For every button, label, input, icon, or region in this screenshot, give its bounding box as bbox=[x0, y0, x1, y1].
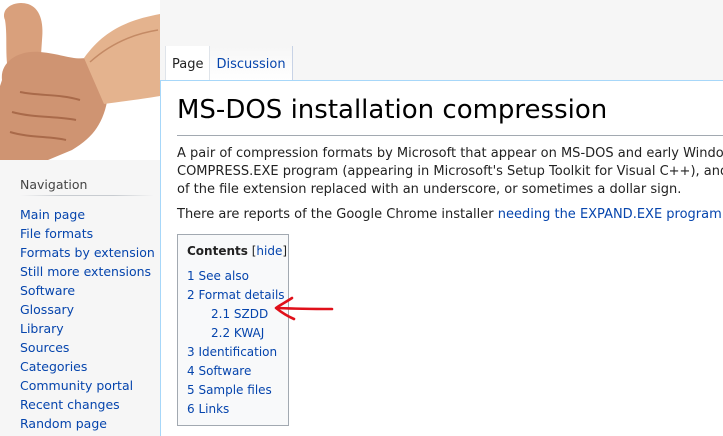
sidebar-item-library[interactable]: Library bbox=[20, 321, 64, 336]
toc-list: 1 See also 2 Format details 2.1 SZDD 2.2… bbox=[187, 267, 285, 419]
sidebar-item-main-page[interactable]: Main page bbox=[20, 207, 85, 222]
thumbs-up-hand-icon bbox=[0, 0, 160, 160]
tab-discussion[interactable]: Discussion bbox=[210, 46, 293, 80]
tab-page[interactable]: Page bbox=[165, 46, 211, 80]
intro-paragraph-line-2: COMPRESS.EXE program (appearing in Micro… bbox=[177, 164, 723, 179]
navigation-divider bbox=[20, 195, 154, 196]
page-title: MS-DOS installation compression bbox=[177, 95, 608, 125]
intro-paragraph-line-1: A pair of compression formats by Microso… bbox=[177, 146, 723, 161]
toc-item-links[interactable]: 6 Links bbox=[187, 402, 229, 416]
sidebar-item-categories[interactable]: Categories bbox=[20, 359, 87, 374]
table-of-contents: Contents [hide] 1 See also 2 Format deta… bbox=[177, 234, 289, 426]
sidebar-item-glossary[interactable]: Glossary bbox=[20, 302, 74, 317]
toc-item-sample-files[interactable]: 5 Sample files bbox=[187, 383, 272, 397]
page-tabs: Page Discussion bbox=[165, 46, 293, 80]
toc-item-identification[interactable]: 3 Identification bbox=[187, 345, 277, 359]
red-arrow-icon bbox=[274, 296, 334, 321]
title-divider bbox=[177, 135, 723, 136]
intro-paragraph-line-3: of the file extension replaced with an u… bbox=[177, 182, 682, 197]
sidebar-item-still-more-extensions[interactable]: Still more extensions bbox=[20, 264, 151, 279]
sidebar: Navigation Main page File formats Format… bbox=[0, 160, 160, 435]
toc-hide-bracket-close: ] bbox=[282, 244, 288, 258]
article-content: MS-DOS installation compression A pair o… bbox=[160, 80, 723, 436]
sidebar-item-sources[interactable]: Sources bbox=[20, 340, 69, 355]
toc-hide-link[interactable]: hide bbox=[256, 244, 282, 258]
toc-item-see-also[interactable]: 1 See also bbox=[187, 269, 249, 283]
sidebar-item-recent-changes[interactable]: Recent changes bbox=[20, 397, 120, 412]
sidebar-item-formats-by-extension[interactable]: Formats by extension bbox=[20, 245, 155, 260]
toc-header: Contents [hide] bbox=[187, 244, 287, 258]
chrome-paragraph: There are reports of the Google Chrome i… bbox=[177, 206, 723, 224]
sidebar-item-random-page[interactable]: Random page bbox=[20, 416, 107, 431]
expand-exe-link-label: needing the EXPAND.EXE program bbox=[497, 207, 722, 222]
toc-item-kwaj[interactable]: 2.2 KWAJ bbox=[211, 326, 264, 340]
navigation-heading: Navigation bbox=[20, 177, 88, 192]
expand-exe-link[interactable]: needing the EXPAND.EXE program bbox=[498, 207, 723, 222]
sidebar-item-community-portal[interactable]: Community portal bbox=[20, 378, 133, 393]
toc-title: Contents bbox=[187, 244, 248, 258]
navigation-list: Main page File formats Formats by extens… bbox=[20, 205, 155, 433]
toc-item-software[interactable]: 4 Software bbox=[187, 364, 251, 378]
toc-item-szdd[interactable]: 2.1 SZDD bbox=[211, 307, 268, 321]
site-logo[interactable] bbox=[0, 0, 160, 160]
chrome-paragraph-text: There are reports of the Google Chrome i… bbox=[177, 207, 498, 222]
sidebar-item-software[interactable]: Software bbox=[20, 283, 75, 298]
sidebar-item-file-formats[interactable]: File formats bbox=[20, 226, 93, 241]
